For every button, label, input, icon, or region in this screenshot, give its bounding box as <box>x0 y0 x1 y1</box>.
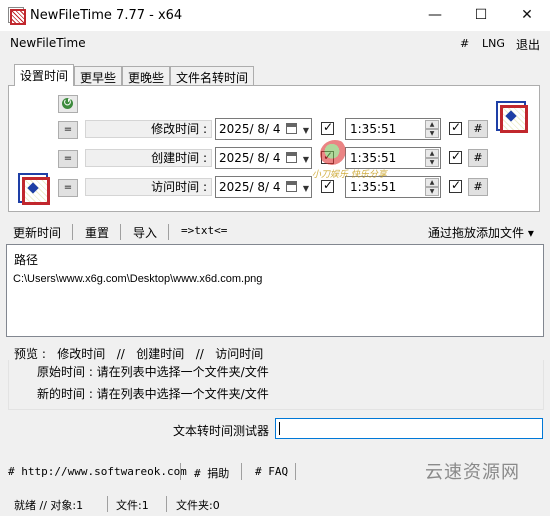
modified-hash-button[interactable]: # <box>468 120 488 138</box>
menu-exit[interactable]: 退出 <box>516 36 540 53</box>
toolbar-separator <box>168 224 169 240</box>
accessed-hash-button[interactable]: # <box>468 178 488 196</box>
website-link[interactable]: # http://www.softwareok.com <box>8 465 187 478</box>
reset-button[interactable]: 重置 <box>85 224 109 241</box>
tab-filename-to-time[interactable]: 文件名转时间 <box>170 66 255 85</box>
spin-up-icon[interactable]: ▲ <box>425 178 439 187</box>
app-logo-icon <box>496 101 528 133</box>
accessed-date-checkbox[interactable] <box>321 178 334 193</box>
list-item[interactable]: C:\Users\www.x6g.com\Desktop\www.x6d.com… <box>13 273 262 285</box>
footer-separator <box>295 463 296 480</box>
tab-later[interactable]: 更晚些 <box>122 66 171 85</box>
accessed-time-input[interactable]: 1:35:51 ▲ ▼ <box>345 176 441 198</box>
faq-link[interactable]: # FAQ <box>255 465 288 478</box>
created-hash-button[interactable]: # <box>468 149 488 167</box>
file-list[interactable]: 路径 C:\Users\www.x6g.com\Desktop\www.x6d.… <box>6 244 544 337</box>
tab-set-time[interactable]: 设置时间 <box>14 64 75 86</box>
export-txt-button[interactable]: =>txt<= <box>181 224 227 237</box>
spin-up-icon[interactable]: ▲ <box>425 120 439 129</box>
modified-time-checkbox[interactable] <box>449 120 462 135</box>
minimize-button[interactable]: — <box>412 0 458 31</box>
accessed-eq-button[interactable]: = <box>58 179 78 197</box>
text-to-time-tester-input[interactable] <box>275 418 543 439</box>
modified-date-checkbox[interactable] <box>321 120 334 135</box>
status-separator <box>166 496 167 512</box>
import-button[interactable]: 导入 <box>133 224 157 241</box>
window-title: NewFileTime 7.77 - x64 <box>30 8 183 23</box>
text-to-time-tester-label: 文本转时间测试器 <box>173 424 270 438</box>
preview-box: 原始时间 : 请在列表中选择一个文件夹/文件 新的时间 : 请在列表中选择一个文… <box>8 360 544 410</box>
original-time-text: 原始时间 : 请在列表中选择一个文件夹/文件 <box>37 365 269 379</box>
chevron-down-icon[interactable]: ▼ <box>303 121 309 141</box>
app-logo-icon <box>18 173 50 205</box>
spin-down-icon[interactable]: ▼ <box>425 158 439 167</box>
footer-separator <box>180 463 181 480</box>
modified-time-input[interactable]: 1:35:51 ▲ ▼ <box>345 118 441 140</box>
accessed-time-checkbox[interactable] <box>449 178 462 193</box>
accessed-time-label: 访问时间 : <box>85 178 212 196</box>
status-folders: 文件夹:0 <box>176 499 220 512</box>
modified-eq-button[interactable]: = <box>58 121 78 139</box>
calendar-icon[interactable] <box>286 152 297 163</box>
created-eq-button[interactable]: = <box>58 150 78 168</box>
status-ready: 就绪 // 对象:1 <box>14 499 84 512</box>
drag-drop-files-dropdown[interactable]: 通过拖放添加文件 ▾ <box>428 224 534 241</box>
toolbar-separator <box>120 224 121 240</box>
menu-bar: NewFileTime # LNG 退出 <box>0 31 550 57</box>
accessed-time-value: 1:35:51 <box>350 180 397 194</box>
title-bar: NewFileTime 7.77 - x64 — ☐ ✕ <box>0 0 550 31</box>
modified-date-value: 2025/ 8/ 4 <box>219 122 281 136</box>
created-date-checkbox[interactable] <box>321 149 334 164</box>
spin-up-icon[interactable]: ▲ <box>425 149 439 158</box>
created-date-picker[interactable]: 2025/ 8/ 4 ▼ <box>215 147 312 169</box>
created-date-value: 2025/ 8/ 4 <box>219 151 281 165</box>
accessed-date-picker[interactable]: 2025/ 8/ 4 ▼ <box>215 176 312 198</box>
accessed-date-value: 2025/ 8/ 4 <box>219 180 281 194</box>
created-time-value: 1:35:51 <box>350 151 397 165</box>
action-toolbar: 更新时间 重置 导入 =>txt<= 通过拖放添加文件 ▾ <box>0 221 550 243</box>
created-time-checkbox[interactable] <box>449 149 462 164</box>
calendar-icon[interactable] <box>286 181 297 192</box>
close-button[interactable]: ✕ <box>504 0 550 31</box>
status-bar: 就绪 // 对象:1 文件:1 文件夹:0 <box>0 492 550 516</box>
path-column-header[interactable]: 路径 <box>14 251 38 268</box>
created-time-input[interactable]: 1:35:51 ▲ ▼ <box>345 147 441 169</box>
spin-down-icon[interactable]: ▼ <box>425 129 439 138</box>
chevron-down-icon[interactable]: ▼ <box>303 179 309 199</box>
maximize-button[interactable]: ☐ <box>458 0 504 31</box>
modified-time-value: 1:35:51 <box>350 122 397 136</box>
tab-earlier[interactable]: 更早些 <box>74 66 123 85</box>
status-separator <box>107 496 108 512</box>
menu-hash[interactable]: # <box>460 37 469 50</box>
chevron-down-icon[interactable]: ▼ <box>303 150 309 170</box>
modified-date-picker[interactable]: 2025/ 8/ 4 ▼ <box>215 118 312 140</box>
created-time-label: 创建时间 : <box>85 149 212 167</box>
modified-time-label: 修改时间 : <box>85 120 212 138</box>
calendar-icon[interactable] <box>286 123 297 134</box>
new-time-text: 新的时间 : 请在列表中选择一个文件夹/文件 <box>37 387 269 401</box>
footer-separator <box>241 463 242 480</box>
donate-link[interactable]: # 捐助 <box>194 465 229 481</box>
status-files: 文件:1 <box>116 499 149 512</box>
app-icon <box>8 7 26 25</box>
toolbar-separator <box>72 224 73 240</box>
app-name-label: NewFileTime <box>10 36 86 50</box>
spin-down-icon[interactable]: ▼ <box>425 187 439 196</box>
update-time-button[interactable]: 更新时间 <box>13 224 61 241</box>
refresh-icon[interactable] <box>58 95 78 113</box>
menu-language[interactable]: LNG <box>482 37 505 50</box>
site-watermark-text: 云速资源网 <box>425 462 520 483</box>
